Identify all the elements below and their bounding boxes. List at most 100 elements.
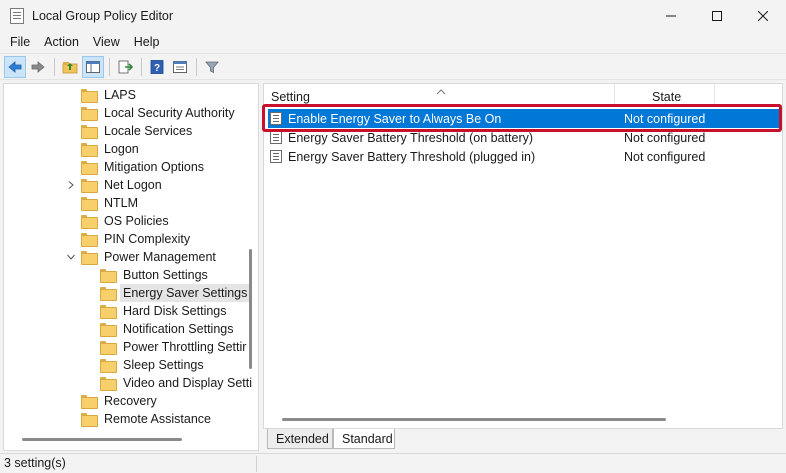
expand-chevron-right-icon[interactable] — [66, 180, 76, 190]
tree-item-os-policies[interactable]: OS Policies — [81, 212, 172, 230]
tree-pane[interactable]: LAPS Local Security Authority Locale Ser… — [3, 83, 259, 451]
tree-item-remote-assistance[interactable]: Remote Assistance — [81, 410, 214, 428]
policy-setting-icon — [270, 131, 282, 144]
forward-button[interactable] — [27, 56, 49, 78]
folder-icon — [81, 125, 98, 139]
folder-icon — [100, 323, 117, 337]
tree-item-label: Remote Assistance — [104, 412, 211, 426]
tree-item-pin-complexity[interactable]: PIN Complexity — [81, 230, 193, 248]
window-title: Local Group Policy Editor — [32, 9, 174, 23]
tree-item-button-settings[interactable]: Button Settings — [100, 266, 211, 284]
folder-icon — [81, 107, 98, 121]
folder-icon — [81, 395, 98, 409]
tree-item-notification-settings[interactable]: Notification Settings — [100, 320, 236, 338]
toolbar-separator — [109, 57, 110, 76]
toolbar-separator — [196, 57, 197, 76]
folder-icon — [81, 179, 98, 193]
row-state: Not configured — [624, 130, 706, 145]
column-header-row: Setting State — [264, 84, 782, 106]
tree-item-power-management[interactable]: Power Management — [81, 248, 219, 266]
list-horizontal-scrollbar[interactable] — [282, 418, 666, 421]
tab-extended[interactable]: Extended — [267, 429, 333, 449]
row-setting-name: Enable Energy Saver to Always Be On — [288, 111, 502, 126]
tree-item-recovery[interactable]: Recovery — [81, 392, 160, 410]
minimize-button[interactable] — [648, 0, 694, 32]
tree-item-label: Recovery — [104, 394, 157, 408]
tree-item-label: Button Settings — [123, 268, 208, 282]
column-header-state[interactable]: State — [652, 84, 681, 106]
tree-item-video-and-display-settings[interactable]: Video and Display Setti — [100, 374, 255, 392]
filter-icon — [205, 61, 219, 73]
tree-item-label: Net Logon — [104, 178, 162, 192]
filter-button[interactable] — [201, 56, 223, 78]
tree-item-label: Hard Disk Settings — [123, 304, 227, 318]
column-divider[interactable] — [614, 84, 615, 106]
tab-standard[interactable]: Standard — [333, 429, 395, 449]
properties-view-button[interactable] — [169, 56, 191, 78]
title-bar: Local Group Policy Editor — [0, 0, 786, 32]
folder-icon — [81, 89, 98, 103]
export-list-icon — [118, 60, 133, 73]
tree-item-label: OS Policies — [104, 214, 169, 228]
properties-view-icon — [173, 60, 187, 73]
row-state: Not configured — [624, 149, 706, 164]
tree-item-label: Video and Display Setti — [123, 376, 253, 390]
collapse-chevron-down-icon[interactable] — [66, 252, 76, 262]
table-row[interactable]: Enable Energy Saver to Always Be On Not … — [268, 109, 780, 128]
menu-action[interactable]: Action — [37, 32, 86, 52]
menu-view[interactable]: View — [86, 32, 127, 52]
menu-help[interactable]: Help — [127, 32, 167, 52]
tree-item-power-throttling-settings[interactable]: Power Throttling Settir — [100, 338, 249, 356]
maximize-icon — [712, 11, 722, 21]
policy-setting-icon — [270, 150, 282, 163]
tree-item-net-logon[interactable]: Net Logon — [81, 176, 165, 194]
tree-item-label: Logon — [104, 142, 139, 156]
column-divider[interactable] — [714, 84, 715, 106]
tree-item-label: Local Security Authority — [104, 106, 235, 120]
tree-item-sleep-settings[interactable]: Sleep Settings — [100, 356, 207, 374]
tree-item-hard-disk-settings[interactable]: Hard Disk Settings — [100, 302, 230, 320]
settings-list-pane[interactable]: Setting State Enable Energy Saver to Alw… — [263, 83, 783, 429]
tree-item-label: Notification Settings — [123, 322, 234, 336]
column-header-setting[interactable]: Setting — [271, 84, 310, 106]
row-state: Not configured — [624, 111, 706, 126]
folder-icon — [100, 269, 117, 283]
forward-arrow-icon — [31, 60, 45, 73]
window-controls — [648, 0, 786, 32]
tree-vertical-scrollbar[interactable] — [249, 249, 252, 369]
back-button[interactable] — [4, 55, 26, 78]
tree-item-logon[interactable]: Logon — [81, 140, 142, 158]
policy-editor-app-icon — [10, 8, 24, 24]
tree-item-ntlm[interactable]: NTLM — [81, 194, 141, 212]
show-hide-tree-button[interactable] — [82, 55, 104, 78]
maximize-button[interactable] — [694, 0, 740, 32]
tree-item-label: Sleep Settings — [123, 358, 204, 372]
toolbar-separator — [54, 57, 55, 76]
status-divider — [256, 456, 257, 472]
help-button[interactable]: ? — [146, 56, 168, 78]
folder-icon — [81, 251, 98, 265]
status-text: 3 setting(s) — [4, 456, 66, 470]
tree-item-locale-services[interactable]: Locale Services — [81, 122, 195, 140]
tree-item-local-security-authority[interactable]: Local Security Authority — [81, 104, 238, 122]
menu-bar: File Action View Help — [0, 32, 786, 52]
export-list-button[interactable] — [114, 56, 136, 78]
folder-icon — [81, 197, 98, 211]
close-button[interactable] — [740, 0, 786, 32]
folder-icon — [100, 377, 117, 391]
tree-horizontal-scrollbar[interactable] — [22, 438, 182, 441]
tree-item-laps[interactable]: LAPS — [81, 86, 139, 104]
table-row[interactable]: Energy Saver Battery Threshold (plugged … — [268, 147, 780, 166]
tree-item-energy-saver-settings[interactable]: Energy Saver Settings — [100, 284, 251, 302]
back-arrow-icon — [8, 60, 22, 73]
folder-icon — [100, 341, 117, 355]
up-one-level-button[interactable] — [59, 56, 81, 78]
folder-icon — [100, 305, 117, 319]
toolbar: ? — [0, 53, 786, 80]
tree-item-mitigation-options[interactable]: Mitigation Options — [81, 158, 207, 176]
close-icon — [758, 11, 768, 21]
menu-file[interactable]: File — [0, 32, 37, 52]
table-row[interactable]: Energy Saver Battery Threshold (on batte… — [268, 128, 780, 147]
tree-item-label: NTLM — [104, 196, 139, 210]
status-bar: 3 setting(s) — [0, 453, 786, 473]
